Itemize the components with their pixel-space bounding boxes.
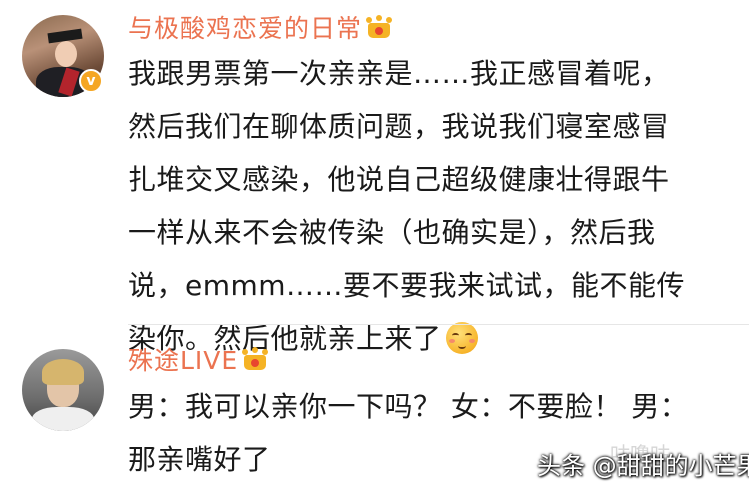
username[interactable]: 与极酸鸡恋爱的日常 (128, 9, 393, 45)
avatar-hair (42, 359, 84, 385)
avatar-face (55, 41, 77, 67)
comment-line: 男：我可以亲你一下吗？ 女：不要脸！ 男： (128, 390, 689, 423)
crown-icon (366, 15, 393, 39)
comment-line: 说，emmm……要不要我来试试，能不能传 (128, 269, 686, 302)
username[interactable]: 殊途LIVE (128, 341, 269, 377)
username-text[interactable]: 与极酸鸡恋爱的日常 (128, 14, 362, 43)
crown-point (376, 15, 383, 21)
comment-text: 我跟男票第一次亲亲是……我正感冒着呢， 然后我们在聊体质问题，我说我们寝室感冒 … (128, 47, 728, 365)
username-text[interactable]: 殊途LIVE (128, 346, 238, 375)
crown-point (252, 347, 259, 353)
avatar[interactable] (22, 349, 104, 431)
comment-divider (128, 324, 749, 325)
crown-icon (242, 347, 269, 371)
crown-gem (375, 27, 384, 35)
source-watermark: 头条 @甜甜的小芒果 (537, 452, 749, 480)
verified-badge-icon: v (79, 69, 103, 93)
comment-line: 一样从来不会被传染（也确实是），然后我 (128, 216, 656, 249)
avatar-shirt (32, 407, 94, 431)
comment-line: 然后我们在聊体质问题，我说我们寝室感冒 (128, 110, 670, 143)
comment-item: v 与极酸鸡恋爱的日常 我跟男票第一次亲亲是……我正感冒着呢， 然后我们在聊体质… (0, 0, 749, 355)
comment-line: 扎堆交叉感染，他说自己超级健康壮得跟牛 (128, 163, 670, 196)
comment-line: 我跟男票第一次亲亲是……我正感冒着呢， (128, 57, 670, 90)
